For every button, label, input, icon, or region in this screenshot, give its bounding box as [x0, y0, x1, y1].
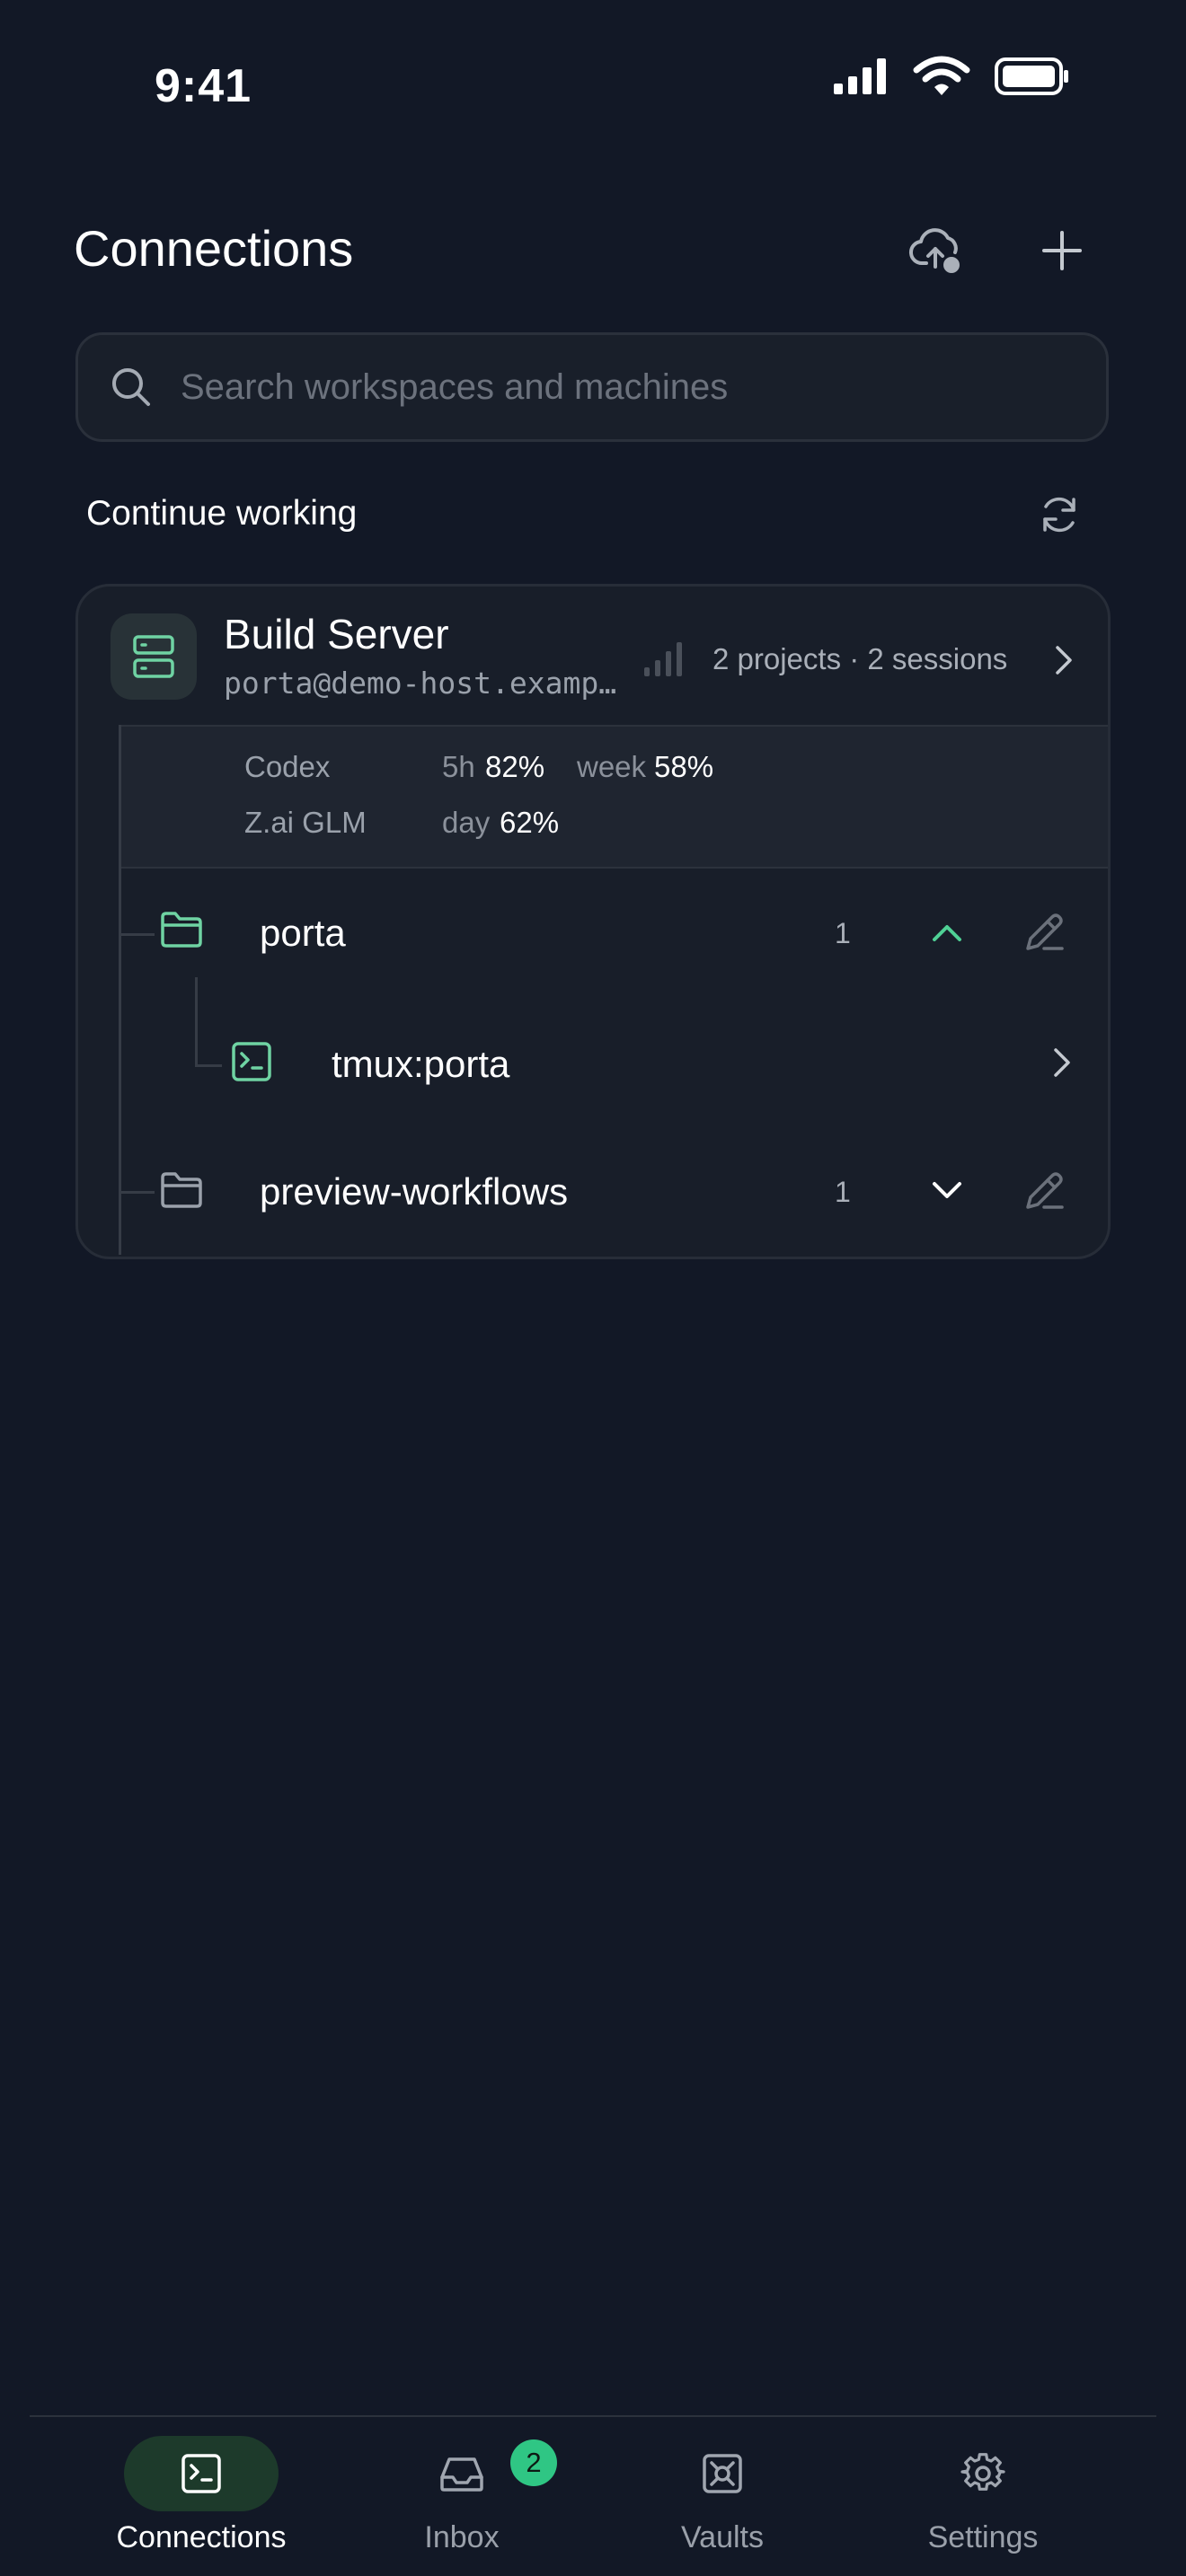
tab-connections[interactable]: Connections	[93, 2436, 309, 2571]
tab-settings[interactable]: Settings	[875, 2436, 1091, 2571]
pin-project-button[interactable]	[1110, 1160, 1111, 1222]
tab-pill	[124, 2436, 279, 2511]
add-connection-button[interactable]	[1026, 215, 1098, 287]
server-card[interactable]: Build Server porta@demo-host.example.com…	[75, 584, 1111, 1259]
pencil-icon	[1022, 911, 1066, 954]
project-row-preview-workflows[interactable]: preview-workflows 1	[159, 1142, 1102, 1240]
signal-bars-icon	[642, 639, 686, 678]
server-host: porta@demo-host.example.com	[224, 666, 630, 701]
usage-metric-label: day	[442, 806, 491, 839]
terminal-icon	[231, 1041, 272, 1082]
tree-line	[119, 933, 155, 936]
tab-label: Inbox	[424, 2520, 500, 2554]
inbox-badge: 2	[510, 2439, 557, 2486]
pin-project-button[interactable]	[1110, 901, 1111, 964]
page-title: Connections	[74, 220, 354, 277]
project-row-porta[interactable]: porta 1	[159, 883, 1102, 982]
server-icon-tile	[111, 613, 197, 700]
search-bar[interactable]	[75, 332, 1109, 442]
section-title: Continue working	[86, 494, 358, 533]
chevron-up-icon	[931, 922, 963, 943]
folder-icon	[159, 910, 204, 949]
tab-vaults[interactable]: Vaults	[615, 2436, 830, 2571]
usage-panel: Codex 5h 82% week 58% Z.ai GLM day 62%	[119, 725, 1108, 869]
refresh-icon	[1039, 494, 1080, 535]
folder-icon	[159, 1170, 204, 1210]
usage-metric-label: 5h	[442, 750, 475, 783]
tree-line	[195, 977, 198, 1067]
tab-pill	[906, 2436, 1060, 2511]
status-icons	[832, 56, 1071, 97]
usage-metric-value: 58%	[654, 750, 714, 783]
tree-line	[119, 725, 121, 1255]
server-icon	[131, 633, 176, 680]
chevron-right-icon[interactable]	[1049, 1046, 1074, 1079]
gear-icon	[960, 2451, 1005, 2496]
server-meta: 2 projects · 2 sessions	[712, 642, 1008, 675]
session-row[interactable]: tmux:porta	[231, 1012, 1102, 1111]
wifi-icon	[913, 56, 970, 97]
vault-icon	[701, 2452, 744, 2495]
tree-line	[119, 1191, 155, 1194]
pencil-icon	[1022, 1169, 1066, 1213]
project-name: preview-workflows	[260, 1170, 569, 1213]
usage-metric-value: 82%	[485, 750, 545, 783]
inbox-icon	[438, 2454, 485, 2493]
tab-label: Settings	[927, 2520, 1039, 2554]
server-name: Build Server	[224, 611, 449, 657]
cloud-sync-icon	[908, 222, 966, 279]
chevron-right-icon[interactable]	[1050, 644, 1075, 676]
battery-icon	[994, 57, 1071, 96]
signal-icon	[832, 57, 890, 96]
tab-bar-divider	[30, 2415, 1156, 2417]
project-session-count: 1	[835, 917, 851, 949]
project-session-count: 1	[835, 1176, 851, 1208]
refresh-button[interactable]	[1023, 479, 1095, 551]
usage-metric-label: week	[577, 750, 647, 783]
search-icon	[111, 366, 152, 408]
usage-provider: Codex	[244, 750, 331, 783]
usage-metric-value: 62%	[500, 806, 560, 839]
usage-provider: Z.ai GLM	[244, 806, 367, 839]
tree-line	[195, 1064, 222, 1067]
tab-label: Vaults	[681, 2520, 764, 2554]
chevron-down-icon	[931, 1180, 963, 1202]
tab-label: Connections	[116, 2520, 287, 2554]
tab-pill	[645, 2436, 800, 2511]
expand-button[interactable]	[916, 1160, 978, 1222]
session-name: tmux:porta	[332, 1043, 510, 1085]
rename-project-button[interactable]	[1013, 1160, 1075, 1222]
collapse-button[interactable]	[916, 901, 978, 964]
cloud-sync-button[interactable]	[901, 215, 973, 287]
status-time: 9:41	[155, 60, 252, 112]
rename-project-button[interactable]	[1013, 901, 1075, 964]
search-input[interactable]	[179, 366, 1106, 409]
plus-icon	[1040, 228, 1084, 273]
terminal-icon	[180, 2452, 223, 2495]
project-name: porta	[260, 912, 346, 954]
